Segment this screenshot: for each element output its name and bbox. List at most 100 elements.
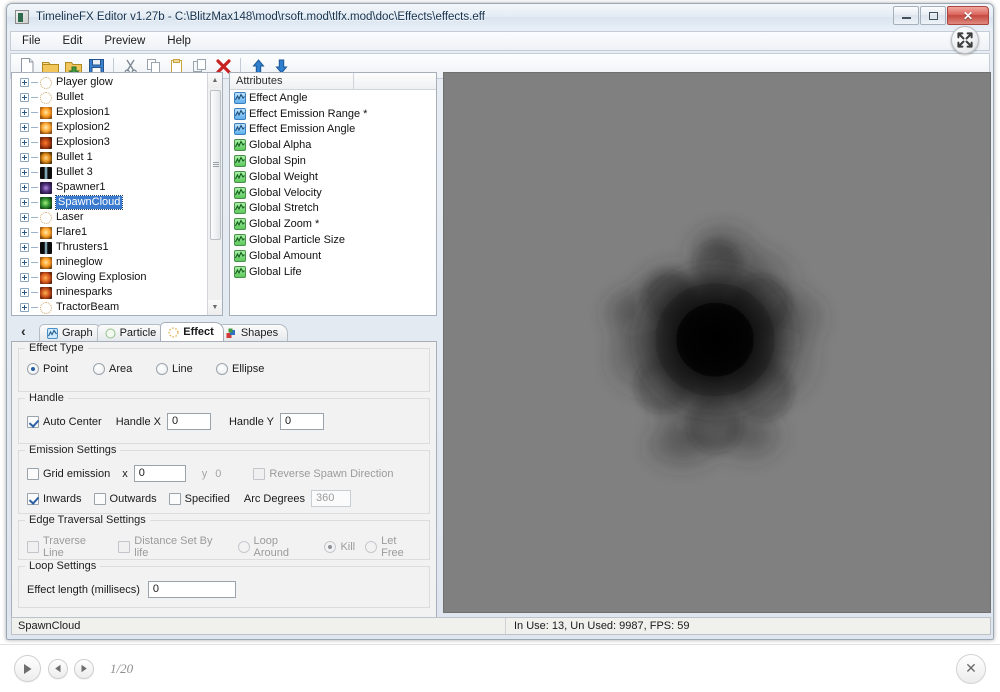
smoke-cloud-particle (557, 193, 877, 493)
checkbox-grid-emission[interactable]: Grid emission (27, 468, 110, 480)
scrollbar-thumb[interactable] (210, 90, 221, 240)
radio-ellipse[interactable]: Ellipse (216, 363, 264, 375)
handle-x-input[interactable]: 0 (167, 413, 211, 430)
tree-item-spawncloud[interactable]: SpawnCloud (12, 195, 209, 210)
graph-curve-icon (234, 155, 246, 167)
attribute-row[interactable]: Global Weight (230, 169, 436, 185)
tree-item-laser[interactable]: Laser (12, 210, 209, 225)
next-button[interactable] (74, 659, 94, 679)
scroll-up-icon[interactable]: ▲ (208, 73, 222, 88)
expand-icon[interactable] (20, 183, 29, 192)
tab-particle[interactable]: Particle (97, 324, 167, 341)
play-button[interactable] (14, 655, 41, 682)
tree-item-label: Flare1 (56, 226, 87, 239)
tab-effect[interactable]: Effect (160, 322, 224, 341)
tree-item-tractorbeambeam[interactable]: TractorBeamBeam (12, 315, 209, 316)
edge-traversal-title: Edge Traversal Settings (25, 514, 150, 526)
maximize-button[interactable] (920, 6, 946, 25)
expand-icon[interactable] (20, 228, 29, 237)
tree-item-flare1[interactable]: Flare1 (12, 225, 209, 240)
expand-icon[interactable] (20, 258, 29, 267)
arc-degrees-input[interactable]: 360 (311, 490, 351, 507)
expand-icon[interactable] (20, 198, 29, 207)
tab-graph[interactable]: Graph (39, 324, 103, 341)
checkbox-auto-center[interactable]: Auto Center (27, 416, 102, 428)
attribute-row[interactable]: Effect Emission Range * (230, 106, 436, 122)
tree-connector (31, 262, 38, 263)
checkbox-traverse-line[interactable]: Traverse Line (27, 535, 108, 559)
expand-icon[interactable] (20, 78, 29, 87)
minimize-icon (902, 12, 911, 19)
attributes-column-header-2[interactable] (354, 73, 436, 89)
radio-loop-around[interactable]: Loop Around (238, 535, 315, 559)
expand-icon[interactable] (20, 288, 29, 297)
handle-y-input[interactable]: 0 (280, 413, 324, 430)
attribute-row[interactable]: Global Velocity (230, 185, 436, 201)
tree-item-explosion3[interactable]: Explosion3 (12, 135, 209, 150)
tree-item-bullet-1[interactable]: Bullet 1 (12, 150, 209, 165)
checkbox-inwards[interactable]: Inwards (27, 493, 82, 505)
tree-item-bullet[interactable]: Bullet (12, 90, 209, 105)
menu-item-edit[interactable]: Edit (60, 34, 86, 48)
attribute-row[interactable]: Effect Angle (230, 90, 436, 106)
expand-icon[interactable] (20, 108, 29, 117)
close-viewer-button[interactable]: ✕ (956, 654, 986, 684)
expand-icon[interactable] (20, 243, 29, 252)
tree-item-tractorbeam[interactable]: TractorBeam (12, 300, 209, 315)
expand-icon[interactable] (20, 138, 29, 147)
checkbox-reverse-spawn[interactable]: Reverse Spawn Direction (253, 468, 393, 480)
grid-x-label: x (122, 468, 128, 480)
attributes-panel[interactable]: Attributes Effect Angle Effect E (229, 72, 437, 316)
attribute-row[interactable]: Global Particle Size (230, 232, 436, 248)
attribute-row[interactable]: Global Amount (230, 248, 436, 264)
tree-item-thrusters1[interactable]: Thrusters1 (12, 240, 209, 255)
minimize-button[interactable] (893, 6, 919, 25)
scroll-down-icon[interactable]: ▼ (208, 300, 222, 315)
tree-scrollbar[interactable]: ▲ ▼ (207, 73, 222, 315)
tree-item-mineglow[interactable]: mineglow (12, 255, 209, 270)
attributes-column-header[interactable]: Attributes (230, 73, 354, 89)
previous-button[interactable] (48, 659, 68, 679)
expand-icon[interactable] (20, 153, 29, 162)
tab-scroll-left-icon[interactable]: ‹ (21, 324, 26, 338)
menu-item-file[interactable]: File (19, 34, 44, 48)
expand-icon[interactable] (20, 273, 29, 282)
checkbox-distance-set-by-life[interactable]: Distance Set By life (118, 535, 227, 559)
tree-item-spawner1[interactable]: Spawner1 (12, 180, 209, 195)
expand-icon[interactable] (20, 213, 29, 222)
expand-fullscreen-button[interactable] (951, 26, 979, 54)
tree-item-glowing-explosion[interactable]: Glowing Explosion (12, 270, 209, 285)
tree-item-explosion1[interactable]: Explosion1 (12, 105, 209, 120)
expand-icon[interactable] (20, 303, 29, 312)
expand-icon[interactable] (20, 123, 29, 132)
menu-item-help[interactable]: Help (164, 34, 194, 48)
tree-item-player-glow[interactable]: Player glow (12, 75, 209, 90)
close-button[interactable]: ✕ (947, 6, 989, 25)
radio-let-free[interactable]: Let Free (365, 535, 421, 559)
tree-item-bullet-3[interactable]: Bullet 3 (12, 165, 209, 180)
effects-tree-panel[interactable]: Player glow Bullet Explosion1 (11, 72, 223, 316)
radio-area[interactable]: Area (93, 363, 156, 375)
effect-length-input[interactable]: 0 (148, 581, 236, 598)
expand-icon[interactable] (20, 168, 29, 177)
tab-shapes[interactable]: Shapes (218, 324, 288, 341)
radio-point[interactable]: Point (27, 363, 93, 375)
graph-curve-icon (234, 139, 246, 151)
page-counter: 1/20 (110, 661, 133, 677)
tree-item-minesparks[interactable]: minesparks (12, 285, 209, 300)
attribute-row[interactable]: Global Alpha (230, 137, 436, 153)
expand-icon[interactable] (20, 93, 29, 102)
preview-canvas[interactable] (443, 72, 991, 613)
menu-item-preview[interactable]: Preview (101, 34, 148, 48)
attribute-row[interactable]: Global Spin (230, 153, 436, 169)
tree-item-explosion2[interactable]: Explosion2 (12, 120, 209, 135)
attribute-row[interactable]: Global Zoom * (230, 216, 436, 232)
radio-line[interactable]: Line (156, 363, 216, 375)
attribute-row[interactable]: Global Life (230, 264, 436, 280)
attribute-row[interactable]: Global Stretch (230, 201, 436, 217)
attribute-row[interactable]: Effect Emission Angle (230, 122, 436, 138)
checkbox-specified[interactable]: Specified (169, 493, 230, 505)
checkbox-outwards[interactable]: Outwards (94, 493, 157, 505)
radio-kill[interactable]: Kill (324, 541, 355, 553)
grid-x-input[interactable]: 0 (134, 465, 186, 482)
